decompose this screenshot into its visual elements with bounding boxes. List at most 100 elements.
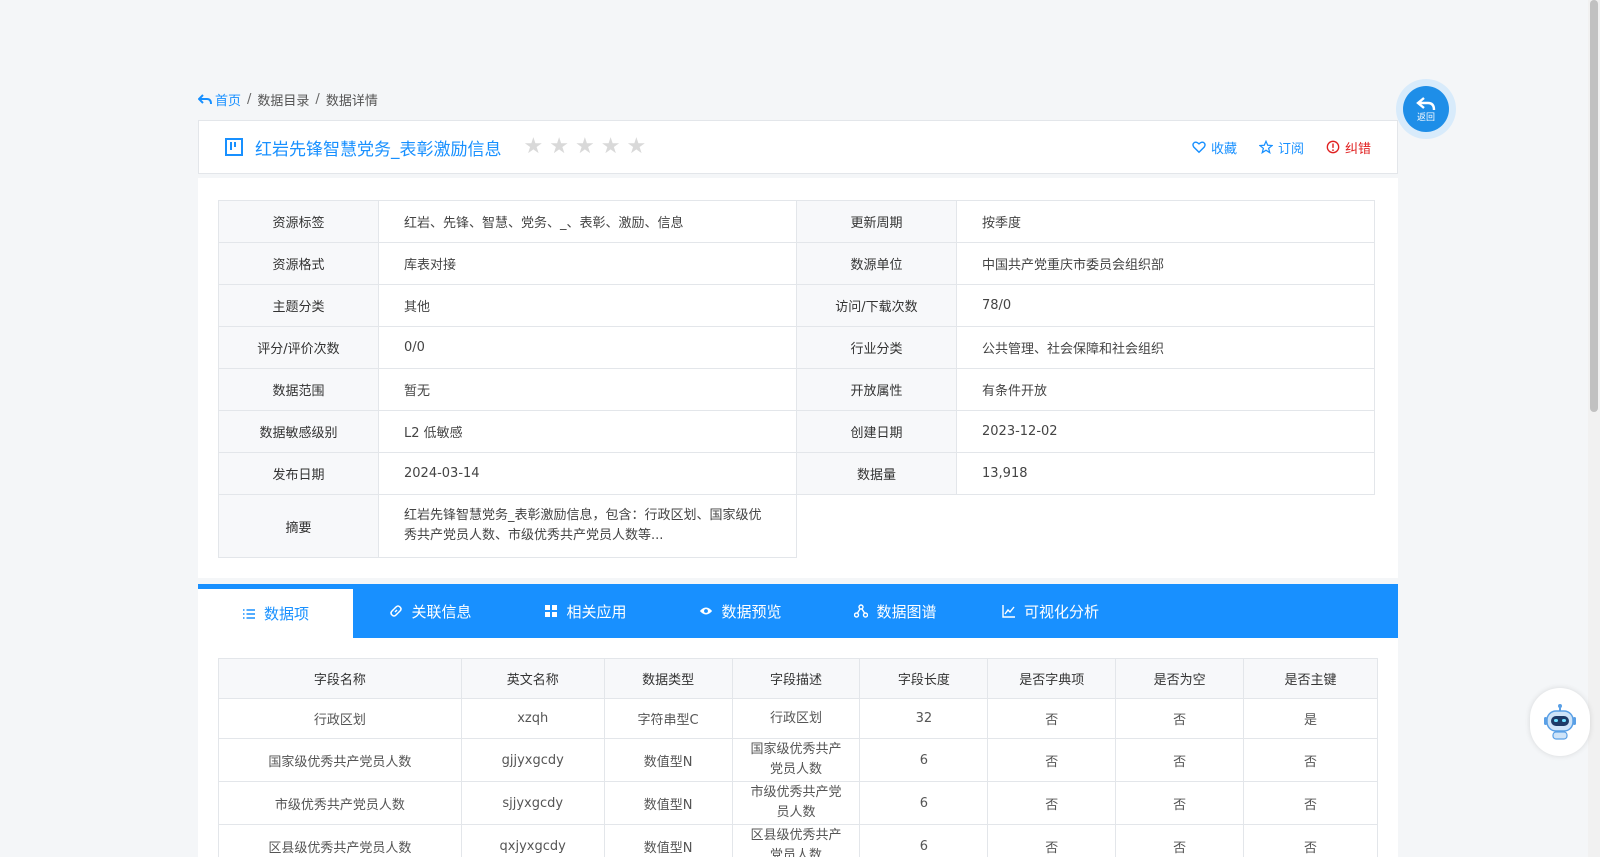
table-cell: 否 xyxy=(1243,738,1378,782)
eye-icon xyxy=(700,607,713,615)
alert-circle-icon xyxy=(1326,140,1340,154)
info-label: 资源格式 xyxy=(218,242,379,285)
table-cell: 市级优秀共产党员人数 xyxy=(218,781,462,825)
title-bar: 红岩先锋智慧党务_表彰激励信息 ★ ★ ★ ★ ★ 收藏 订阅 纠错 xyxy=(198,120,1398,174)
info-row: 资源格式 库表对接 数源单位 中国共产党重庆市委员会组织部 xyxy=(218,242,1375,285)
info-value: 库表对接 xyxy=(378,242,797,285)
table-cell: 否 xyxy=(987,824,1117,857)
table-row: 行政区划 xzqh 字符串型C 行政区划 32 否 否 是 xyxy=(218,698,1378,739)
table-cell: 否 xyxy=(1243,781,1378,825)
table-cell: xzqh xyxy=(460,698,605,739)
column-header: 字段名称 xyxy=(218,658,462,699)
info-panel: 资源标签 红岩、先锋、智慧、党务、_、表彰、激励、信息 更新周期 按季度 资源格… xyxy=(198,178,1398,578)
table-cell: sjjyxgcdy xyxy=(460,781,605,825)
tab-label: 数据图谱 xyxy=(876,602,937,621)
empty-cell xyxy=(796,494,1375,558)
info-value: L2 低敏感 xyxy=(378,410,797,453)
fields-table: 字段名称 英文名称 数据类型 字段描述 字段长度 是否字典项 是否为空 是否主键… xyxy=(218,658,1378,857)
fields-header-row: 字段名称 英文名称 数据类型 字段描述 字段长度 是否字典项 是否为空 是否主键 xyxy=(218,658,1378,699)
info-label: 数据范围 xyxy=(218,368,379,411)
back-button[interactable]: 返回 xyxy=(1396,79,1456,139)
table-cell: 否 xyxy=(987,698,1117,739)
info-value: 2024-03-14 xyxy=(378,452,797,495)
info-value: 13,918 xyxy=(956,452,1375,495)
info-value: 2023-12-02 xyxy=(956,410,1375,453)
column-header: 是否为空 xyxy=(1115,658,1245,699)
breadcrumb-current: 数据详情 xyxy=(325,94,378,109)
grid-icon xyxy=(545,605,558,617)
star-icon[interactable]: ★ xyxy=(524,136,544,158)
breadcrumb-home[interactable]: 首页 xyxy=(198,90,241,109)
info-label: 数源单位 xyxy=(796,242,957,285)
back-arrow-icon xyxy=(198,93,212,104)
info-value: 按季度 xyxy=(956,200,1375,243)
line-chart-icon xyxy=(1002,605,1015,618)
star-icon[interactable]: ★ xyxy=(575,136,595,158)
table-cell: 否 xyxy=(1115,738,1245,782)
summary-label: 摘要 xyxy=(218,494,379,558)
table-cell: 数值型N xyxy=(603,824,733,857)
table-cell: 行政区划 xyxy=(731,698,861,739)
scrollbar-thumb[interactable] xyxy=(1590,0,1598,412)
tab-visual-analysis[interactable]: 可视化分析 xyxy=(973,584,1128,638)
tab-related-apps[interactable]: 相关应用 xyxy=(508,584,663,638)
info-label: 评分/评价次数 xyxy=(218,326,379,369)
table-cell: 国家级优秀共产党员人数 xyxy=(731,738,861,782)
info-row-summary: 摘要 红岩先锋智慧党务_表彰激励信息，包含：行政区划、国家级优秀共产党员人数、市… xyxy=(218,494,1375,558)
link-icon xyxy=(390,605,403,617)
column-header: 是否字典项 xyxy=(987,658,1117,699)
report-error-button[interactable]: 纠错 xyxy=(1326,138,1371,157)
column-header: 字段长度 xyxy=(859,658,989,699)
table-cell: 6 xyxy=(859,824,989,857)
rating-stars[interactable]: ★ ★ ★ ★ ★ xyxy=(524,136,647,158)
page-title: 红岩先锋智慧党务_表彰激励信息 xyxy=(255,139,502,160)
breadcrumb-home-label: 首页 xyxy=(215,94,242,109)
breadcrumb-catalog[interactable]: 数据目录 xyxy=(257,90,309,109)
info-value: 78/0 xyxy=(956,284,1375,327)
info-label: 数据敏感级别 xyxy=(218,410,379,453)
breadcrumb: 首页 / 数据目录 / 数据详情 xyxy=(198,90,378,109)
star-icon[interactable]: ★ xyxy=(549,136,569,158)
table-cell: 否 xyxy=(987,781,1117,825)
info-label: 创建日期 xyxy=(796,410,957,453)
table-cell: 区县级优秀共产党员人数 xyxy=(731,824,861,857)
star-icon[interactable]: ★ xyxy=(626,136,646,158)
tab-data-items[interactable]: 数据项 xyxy=(198,584,353,638)
field-panel: 字段名称 英文名称 数据类型 字段描述 字段长度 是否字典项 是否为空 是否主键… xyxy=(198,638,1398,857)
favorite-button[interactable]: 收藏 xyxy=(1192,138,1237,157)
table-row: 市级优秀共产党员人数 sjjyxgcdy 数值型N 市级优秀共产党员人数 6 否… xyxy=(218,781,1378,825)
column-header: 英文名称 xyxy=(460,658,605,699)
star-outline-icon xyxy=(1258,140,1273,154)
tab-data-graph[interactable]: 数据图谱 xyxy=(818,584,973,638)
title-actions: 收藏 订阅 纠错 xyxy=(1192,121,1371,173)
robot-icon xyxy=(1544,704,1576,740)
star-icon[interactable]: ★ xyxy=(601,136,621,158)
info-value: 有条件开放 xyxy=(956,368,1375,411)
table-cell: 否 xyxy=(1115,698,1245,739)
tab-related-info[interactable]: 关联信息 xyxy=(353,584,508,638)
info-value: 公共管理、社会保障和社会组织 xyxy=(956,326,1375,369)
graph-icon xyxy=(854,604,869,618)
info-row: 数据范围 暂无 开放属性 有条件开放 xyxy=(218,368,1375,411)
info-value: 其他 xyxy=(378,284,797,327)
back-button-label: 返回 xyxy=(1416,112,1435,123)
heart-icon xyxy=(1192,141,1206,154)
column-header: 是否主键 xyxy=(1243,658,1378,699)
info-row: 发布日期 2024-03-14 数据量 13,918 xyxy=(218,452,1375,495)
info-label: 访问/下载次数 xyxy=(796,284,957,327)
assistant-robot-button[interactable] xyxy=(1530,688,1590,756)
subscribe-button[interactable]: 订阅 xyxy=(1258,138,1304,157)
tab-label: 数据预览 xyxy=(721,602,782,621)
table-cell: 否 xyxy=(987,738,1117,782)
info-label: 更新周期 xyxy=(796,200,957,243)
tab-data-preview[interactable]: 数据预览 xyxy=(663,584,818,638)
info-row: 数据敏感级别 L2 低敏感 创建日期 2023-12-02 xyxy=(218,410,1375,453)
table-cell: 否 xyxy=(1115,781,1245,825)
table-cell: 区县级优秀共产党员人数 xyxy=(218,824,462,857)
info-label: 主题分类 xyxy=(218,284,379,327)
info-table: 资源标签 红岩、先锋、智慧、党务、_、表彰、激励、信息 更新周期 按季度 资源格… xyxy=(218,200,1375,558)
table-cell: 国家级优秀共产党员人数 xyxy=(218,738,462,782)
info-label: 数据量 xyxy=(796,452,957,495)
info-value: 暂无 xyxy=(378,368,797,411)
summary-value: 红岩先锋智慧党务_表彰激励信息，包含：行政区划、国家级优秀共产党员人数、市级优秀… xyxy=(378,494,797,558)
